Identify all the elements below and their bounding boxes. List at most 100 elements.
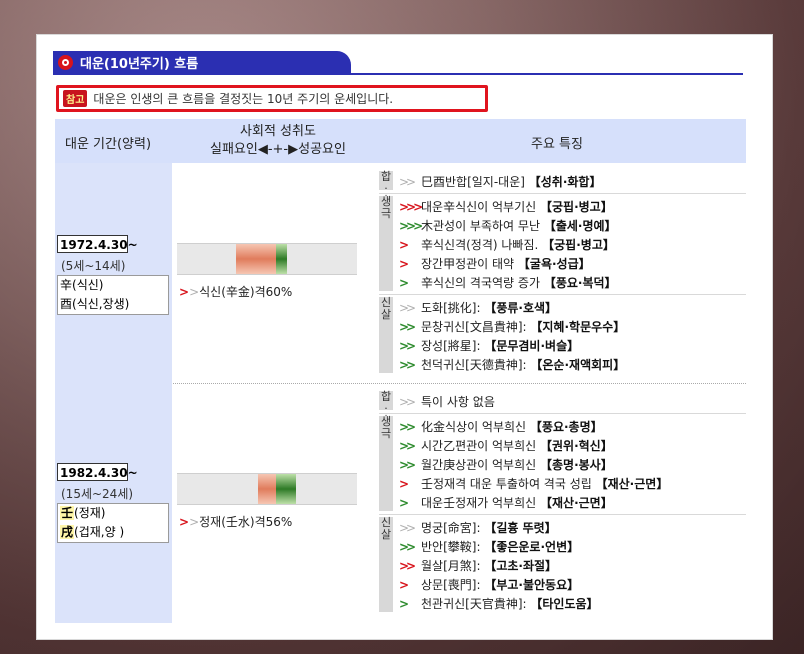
chevron-right-icon: > bbox=[399, 238, 409, 252]
sinsal-label: 신 살 bbox=[379, 297, 393, 373]
feature-item: >>>대운辛식신이 억부기신 【궁핍·병고】 bbox=[399, 198, 613, 215]
table-header: 대운 기간(양력) 사회적 성취도 실패요인◀-+-▶성공요인 주요 특징 bbox=[55, 119, 746, 163]
branch-char: 戌 bbox=[60, 525, 75, 539]
ganji-box: 壬(정재) 戌(겁재,양 ) bbox=[57, 503, 169, 543]
score-text: 식신(辛金)격60% bbox=[199, 285, 293, 299]
branch-char: 酉 bbox=[60, 297, 73, 311]
feature-item: > 辛식신격(정격) 나빠짐. 【궁핍·병고】 bbox=[399, 236, 615, 253]
chevron-right-icon: > bbox=[399, 597, 409, 611]
feature-text: 대운辛식신이 억부기신 bbox=[421, 200, 540, 214]
achievement-bar bbox=[177, 243, 357, 275]
chevron-right-icon: >> bbox=[399, 175, 416, 189]
feature-separator bbox=[379, 514, 746, 515]
stem-text: (식신) bbox=[72, 278, 104, 292]
feature-tag: 【온순·재액회피】 bbox=[530, 358, 626, 372]
ganji-stem: 壬(정재) bbox=[60, 504, 168, 523]
feature-separator bbox=[379, 193, 746, 194]
chevron-right-icon: >> bbox=[399, 358, 416, 372]
bar-fail-segment bbox=[236, 244, 276, 274]
feature-tag: 【지혜·학문우수】 bbox=[530, 320, 626, 334]
feature-item: > 상문[喪門]: 【부고·불안동요】 bbox=[399, 576, 579, 593]
saeng-label: 생 극 bbox=[379, 196, 393, 291]
chevron-right-icon: > bbox=[189, 285, 200, 299]
feature-tag: 【궁핍·병고】 bbox=[542, 238, 615, 252]
target-icon bbox=[58, 54, 73, 70]
chevron-right-icon: > bbox=[399, 477, 409, 491]
feature-text: 化金식상이 억부희신 bbox=[421, 420, 530, 434]
feature-item: >> 장성[將星]: 【문무겸비·벼슬】 bbox=[399, 337, 579, 354]
chevron-right-icon: >> bbox=[399, 301, 416, 315]
feature-item: > 대운壬정재가 억부희신 【재산·근면】 bbox=[399, 494, 613, 511]
branch-text: (겁재,양 ) bbox=[74, 525, 125, 539]
feature-tag: 【재산·근면】 bbox=[540, 496, 613, 510]
feature-text: 월간庚상관이 억부희신 bbox=[421, 458, 540, 472]
feature-text: 천관귀신[天官貴神]: bbox=[421, 597, 531, 611]
note-text: 대운은 인생의 큰 흐름을 결정짓는 10년 주기의 운세입니다. bbox=[93, 92, 394, 106]
feature-text: 장간甲정관이 태약 bbox=[421, 257, 518, 271]
feature-tag: 【풍류·호색】 bbox=[484, 301, 558, 315]
feature-tag: 【성취·화합】 bbox=[528, 175, 602, 189]
achievement-score: >>정재(壬水)격56% bbox=[179, 513, 292, 530]
ganji-box: 辛(식신) 酉(식신,장생) bbox=[57, 275, 169, 315]
chevron-right-icon: >>> bbox=[399, 200, 423, 214]
chevron-right-icon: > bbox=[399, 496, 409, 510]
feature-text: 辛식신격(정격) 나빠짐. bbox=[421, 238, 543, 252]
bar-success-segment bbox=[276, 474, 296, 504]
ganji-branch: 戌(겁재,양 ) bbox=[60, 523, 168, 542]
chevron-right-icon: >> bbox=[399, 320, 416, 334]
chevron-right-icon: >> bbox=[399, 521, 416, 535]
ganji-branch: 酉(식신,장생) bbox=[60, 295, 168, 314]
feature-tag: 【권위·혁신】 bbox=[540, 439, 613, 453]
fortune-panel: 대운(10년주기) 흐름 참고 대운은 인생의 큰 흐름을 결정짓는 10년 주… bbox=[36, 34, 773, 640]
feature-text: 辛식신의 격국역량 증가 bbox=[421, 276, 544, 290]
feature-tag: 【타인도움】 bbox=[530, 597, 599, 611]
stem-text: (정재) bbox=[74, 506, 106, 520]
chevron-right-icon: >> bbox=[399, 559, 416, 573]
feature-tag: 【출세·명예】 bbox=[543, 219, 617, 233]
period-date: 1982.4.30~ bbox=[57, 463, 138, 481]
feature-text: 월살[月煞]: bbox=[421, 559, 485, 573]
ganji-stem: 辛(식신) bbox=[60, 276, 168, 295]
chevron-right-icon: > bbox=[179, 285, 190, 299]
saeng-label: 생 극 bbox=[379, 416, 393, 511]
feature-item: >> 巳酉반합[일지-대운] 【성취·화합】 bbox=[399, 173, 601, 190]
feature-separator bbox=[379, 413, 746, 414]
hap-label: 합 · 충 bbox=[379, 170, 393, 207]
feature-tag: 【부고·불안동요】 bbox=[484, 578, 580, 592]
feature-tag: 【굴욕·성급】 bbox=[517, 257, 591, 271]
feature-tag: 【풍요·복덕】 bbox=[543, 276, 617, 290]
feature-tag: 【좋은운로·언변】 bbox=[484, 540, 580, 554]
chevron-right-icon: >>> bbox=[399, 219, 423, 233]
achievement-bar bbox=[177, 473, 357, 505]
feature-item: >> 천덕귀신[天德貴神]: 【온순·재액회피】 bbox=[399, 356, 625, 373]
note-box: 참고 대운은 인생의 큰 흐름을 결정짓는 10년 주기의 운세입니다. bbox=[56, 85, 488, 112]
chevron-right-icon: > bbox=[399, 578, 409, 592]
feature-item: >> 월간庚상관이 억부희신 【총명·봉사】 bbox=[399, 456, 613, 473]
feature-item: >> 반안[攀鞍]: 【좋은운로·언변】 bbox=[399, 538, 579, 555]
feature-tag: 【길흉 뚜렷】 bbox=[484, 521, 557, 535]
feature-text: 시간乙편관이 억부희신 bbox=[421, 439, 540, 453]
feature-item: > 장간甲정관이 태약 【굴욕·성급】 bbox=[399, 255, 591, 272]
feature-tag: 【풍요·총명】 bbox=[529, 420, 603, 434]
feature-text: 문창귀신[文昌貴神]: bbox=[421, 320, 531, 334]
feature-tag: 【재산·근면】 bbox=[595, 477, 669, 491]
feature-text: 대운壬정재가 억부희신 bbox=[421, 496, 540, 510]
header-features: 주요 특징 bbox=[531, 137, 583, 152]
feature-text: 장성[將星]: bbox=[421, 339, 485, 353]
header-achievement-title: 사회적 성취도 bbox=[240, 124, 316, 139]
section-title: 대운(10년주기) 흐름 bbox=[80, 56, 199, 72]
feature-text: 巳酉반합[일지-대운] bbox=[421, 175, 529, 189]
feature-item: >> 문창귀신[文昌貴神]: 【지혜·학문우수】 bbox=[399, 318, 625, 335]
note-badge: 참고 bbox=[63, 90, 88, 107]
chevron-right-icon: >> bbox=[399, 458, 416, 472]
chevron-right-icon: > bbox=[189, 515, 200, 529]
feature-item: >> 월살[月煞]: 【고초·좌절】 bbox=[399, 557, 557, 574]
chevron-right-icon: >> bbox=[399, 339, 416, 353]
feature-item: >> 化金식상이 억부희신 【풍요·총명】 bbox=[399, 418, 603, 435]
period-age: (5세~14세) bbox=[61, 259, 126, 273]
score-text: 정재(壬水)격56% bbox=[199, 515, 293, 529]
chevron-right-icon: > bbox=[399, 257, 409, 271]
header-period: 대운 기간(양력) bbox=[65, 137, 152, 152]
feature-tag: 【총명·봉사】 bbox=[540, 458, 613, 472]
feature-tag: 【문무겸비·벼슬】 bbox=[484, 339, 580, 353]
